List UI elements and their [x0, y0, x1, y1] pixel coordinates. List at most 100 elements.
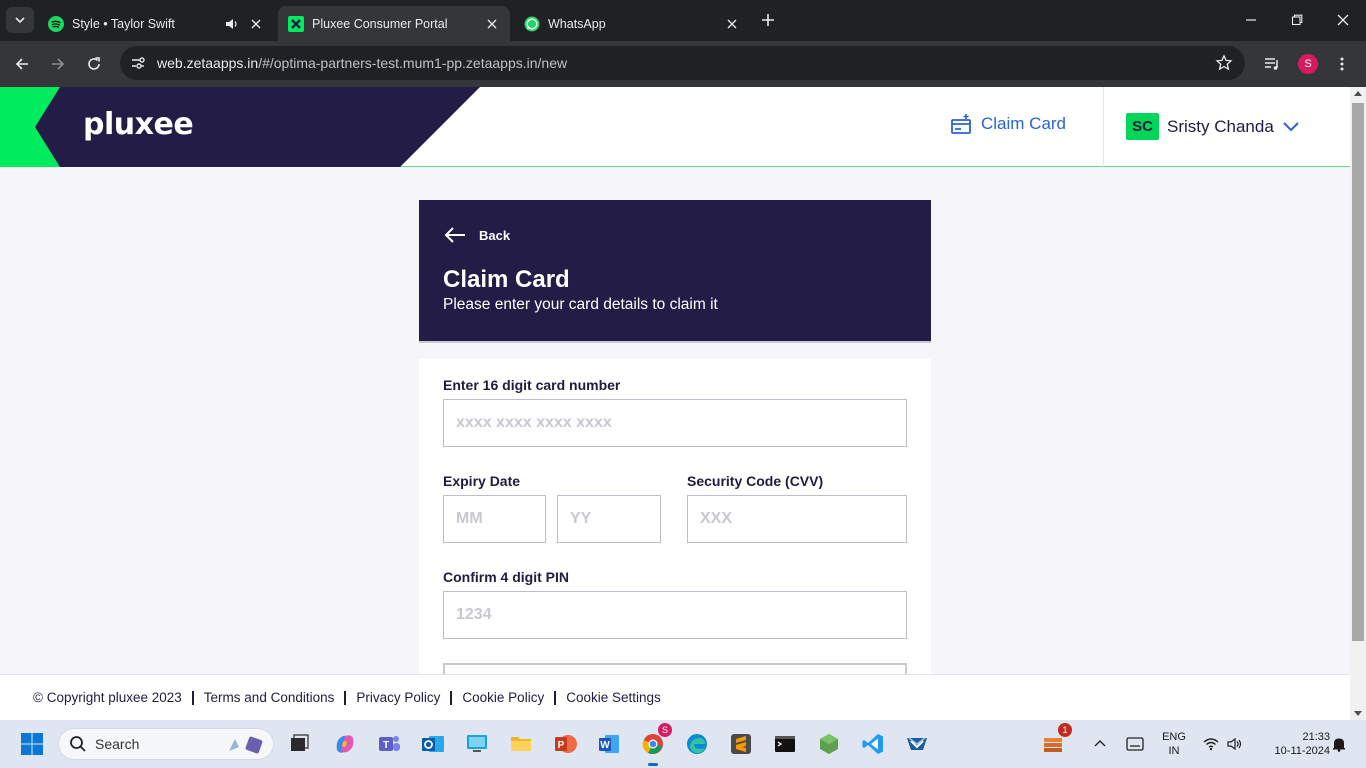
- outlook-icon: [422, 736, 444, 752]
- terminal-button[interactable]: [769, 728, 801, 760]
- show-hidden-icons-button[interactable]: [1088, 728, 1112, 760]
- notes-app-button[interactable]: 1: [1037, 723, 1072, 760]
- browser-menu-button[interactable]: [1328, 50, 1356, 78]
- speaker-icon: [1227, 737, 1242, 751]
- url-host: web.zetaapps.in: [157, 55, 259, 71]
- copilot-icon: [336, 735, 354, 753]
- user-avatar: SC: [1126, 113, 1159, 140]
- language-code: ENG: [1162, 731, 1186, 743]
- file-explorer-button[interactable]: [505, 728, 537, 760]
- network-app-button[interactable]: [901, 728, 933, 760]
- site-header: pluxee Claim Card SC Sristy Chanda: [0, 87, 1350, 167]
- address-bar[interactable]: web.zetaapps.in/#/optima-partners-test.m…: [120, 46, 1245, 80]
- pluxee-logo[interactable]: [0, 87, 480, 167]
- chevron-down-icon: [1283, 121, 1299, 131]
- tab-title: WhatsApp: [548, 16, 606, 31]
- cookie-policy-link[interactable]: Cookie Policy: [450, 690, 554, 705]
- claim-card-form: Enter 16 digit card number Expiry Date S…: [419, 359, 931, 720]
- sublime-button[interactable]: [725, 728, 757, 760]
- bookmark-star-icon[interactable]: [1215, 54, 1233, 72]
- nodejs-button[interactable]: [813, 728, 845, 760]
- copilot-button[interactable]: [329, 728, 361, 760]
- card-number-label: Enter 16 digit card number: [443, 377, 621, 393]
- task-view-button[interactable]: [283, 728, 315, 760]
- card-plus-icon: [951, 114, 971, 134]
- taskbar-search[interactable]: Search: [58, 728, 274, 760]
- edge-icon: [687, 734, 707, 754]
- tab-title: Pluxee Consumer Portal: [312, 16, 448, 31]
- outlook-button[interactable]: [417, 728, 449, 760]
- tab-spotify[interactable]: Style • Taylor Swift: [38, 6, 274, 41]
- media-queue-icon: [1265, 58, 1278, 70]
- profile-button[interactable]: S: [1294, 50, 1322, 78]
- clock[interactable]: 21:33 10-11-2024: [1254, 730, 1330, 758]
- speaker-icon[interactable]: [224, 16, 240, 32]
- profile-avatar: S: [1298, 54, 1318, 74]
- tab-search-button[interactable]: [6, 7, 34, 33]
- expiry-month-input[interactable]: [443, 495, 546, 543]
- header-claim-card-link[interactable]: Claim Card: [950, 113, 1066, 135]
- edge-button[interactable]: [681, 728, 713, 760]
- close-tab-icon[interactable]: [484, 16, 500, 32]
- sublime-text-icon: [731, 734, 751, 754]
- wifi-button[interactable]: [1198, 728, 1224, 760]
- scrollbar-thumb[interactable]: [1352, 103, 1364, 641]
- vscode-icon: [862, 734, 883, 754]
- card-number-input[interactable]: [443, 399, 907, 447]
- expiry-date-label: Expiry Date: [443, 473, 521, 489]
- restore-button[interactable]: [1274, 0, 1320, 40]
- start-button[interactable]: [16, 728, 48, 760]
- header-divider: [1103, 87, 1104, 167]
- language-indicator[interactable]: ENG IN: [1158, 730, 1190, 758]
- cvv-label: Security Code (CVV): [687, 473, 824, 489]
- hexagon-icon: [820, 734, 838, 754]
- user-menu[interactable]: SC Sristy Chanda: [1126, 113, 1300, 140]
- tab-pluxee[interactable]: Pluxee Consumer Portal: [278, 6, 510, 41]
- network-tool-icon: [907, 737, 927, 750]
- cvv-input[interactable]: [687, 495, 907, 543]
- notifications-button[interactable]: [1328, 728, 1350, 760]
- close-window-button[interactable]: [1320, 0, 1366, 40]
- tab-whatsapp[interactable]: WhatsApp: [514, 6, 750, 41]
- powerpoint-button[interactable]: P: [549, 728, 581, 760]
- site-footer: © Copyright pluxee 2023 Terms and Condit…: [0, 674, 1350, 720]
- word-icon: W: [599, 735, 619, 753]
- claim-card-label: Claim Card: [981, 114, 1067, 133]
- media-controls-button[interactable]: [1258, 50, 1286, 78]
- svg-text:T: T: [383, 740, 389, 751]
- close-tab-icon[interactable]: [724, 16, 740, 32]
- plus-icon: [762, 14, 774, 26]
- chrome-button[interactable]: S: [637, 723, 672, 766]
- back-nav-button[interactable]: [8, 50, 36, 78]
- page-scrollbar[interactable]: [1350, 87, 1366, 720]
- teams-button[interactable]: T: [373, 728, 405, 760]
- site-settings-icon[interactable]: [128, 53, 148, 73]
- pin-input[interactable]: [443, 591, 907, 639]
- page-title: Claim Card: [443, 266, 570, 293]
- cookie-settings-link[interactable]: Cookie Settings: [554, 690, 671, 705]
- pluxee-icon: [288, 15, 304, 32]
- vscode-button[interactable]: [857, 728, 889, 760]
- back-label: Back: [479, 227, 511, 243]
- scroll-down-icon[interactable]: [1354, 711, 1362, 716]
- active-app-indicator: [648, 763, 658, 766]
- arrow-left-icon: [15, 58, 28, 70]
- browser-tab-bar: Style • Taylor Swift Pluxee Consumer Por…: [0, 0, 1366, 41]
- scroll-up-icon[interactable]: [1354, 91, 1362, 96]
- chevron-down-icon: [15, 17, 25, 24]
- terms-link[interactable]: Terms and Conditions: [191, 690, 345, 705]
- desktop-app-button[interactable]: [461, 728, 493, 760]
- expiry-year-input[interactable]: [557, 495, 661, 543]
- close-tab-icon[interactable]: [248, 16, 264, 32]
- keyboard-layout-button[interactable]: [1121, 728, 1149, 760]
- word-button[interactable]: W: [593, 728, 625, 760]
- new-tab-button[interactable]: [757, 9, 779, 31]
- privacy-policy-link[interactable]: Privacy Policy: [344, 690, 450, 705]
- minimize-button[interactable]: [1228, 0, 1274, 40]
- volume-button[interactable]: [1222, 728, 1248, 760]
- forward-nav-button[interactable]: [44, 50, 72, 78]
- powerpoint-icon: P: [555, 735, 577, 753]
- reload-button[interactable]: [80, 50, 108, 78]
- windows-logo-icon: [21, 733, 43, 755]
- back-button[interactable]: Back: [443, 226, 510, 244]
